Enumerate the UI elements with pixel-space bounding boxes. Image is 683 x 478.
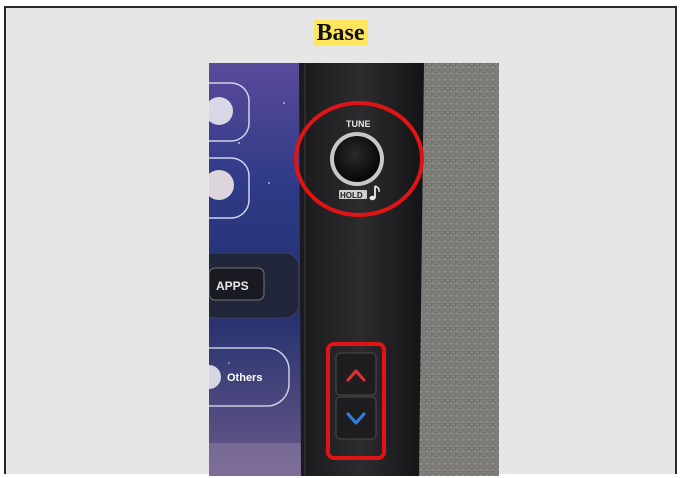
dashboard-photo: APPS Others TUNE HOLD bbox=[209, 63, 499, 476]
seek-up-button bbox=[335, 352, 377, 396]
tune-label: TUNE bbox=[346, 119, 371, 129]
seek-down-button bbox=[335, 396, 377, 440]
hold-label: HOLD bbox=[340, 191, 363, 200]
slide-title-text: Base bbox=[313, 20, 368, 46]
photo-illustration: APPS Others TUNE HOLD bbox=[209, 63, 499, 476]
others-label: Others bbox=[227, 372, 262, 384]
slide-title: Base bbox=[6, 20, 675, 47]
apps-label: APPS bbox=[216, 279, 249, 293]
slide-frame: Base APPS Others TUNE HOLD bbox=[4, 6, 677, 476]
tune-knob bbox=[334, 136, 380, 182]
